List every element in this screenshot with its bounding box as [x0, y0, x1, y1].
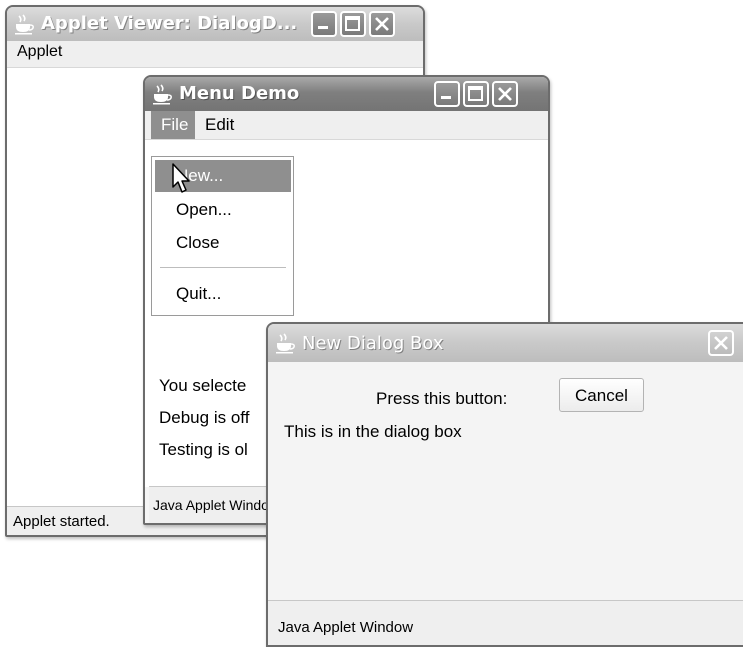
dialog-titlebar[interactable]: New Dialog Box [268, 324, 743, 362]
java-cup-icon [151, 83, 173, 105]
new-dialog-window: New Dialog Box Press this button: Cancel… [266, 322, 743, 647]
minimize-button[interactable] [434, 81, 460, 107]
java-cup-icon [13, 13, 35, 35]
dialog-content: Press this button: Cancel This is in the… [268, 362, 743, 601]
menu-item-open[interactable]: Open... [155, 195, 291, 225]
dialog-status-bar: Java Applet Window [268, 600, 743, 645]
maximize-icon [468, 86, 483, 101]
dialog-message: This is in the dialog box [284, 422, 462, 441]
applet-menu[interactable]: Applet [17, 43, 62, 61]
menu-item-quit[interactable]: Quit... [155, 279, 291, 309]
edit-menu[interactable]: Edit [205, 111, 234, 139]
java-cup-icon [274, 332, 296, 354]
output-line: Debug is off [159, 408, 250, 427]
close-icon [375, 17, 389, 31]
mouse-pointer-icon [172, 163, 190, 193]
maximize-button[interactable] [463, 81, 489, 107]
menu-separator [160, 267, 286, 268]
applet-viewer-titlebar[interactable]: Applet Viewer: DialogD... [7, 7, 423, 41]
menu-item-label: Open... [176, 200, 232, 219]
menu-item-close[interactable]: Close [155, 228, 291, 258]
menu-item-label: Close [176, 233, 220, 252]
menu-demo-titlebar[interactable]: Menu Demo [145, 77, 548, 111]
close-button[interactable] [708, 330, 734, 356]
output-line: You selecte [159, 376, 247, 395]
menu-demo-status-text: Java Applet Window [153, 497, 280, 513]
minimize-button[interactable] [311, 11, 337, 37]
menu-item-label: Quit... [176, 284, 222, 303]
cancel-button[interactable]: Cancel [559, 378, 644, 412]
close-icon [498, 87, 512, 101]
applet-status-text: Applet started. [13, 513, 110, 530]
applet-viewer-menubar: Applet [7, 41, 423, 68]
minimize-icon [318, 26, 328, 29]
applet-viewer-title: Applet Viewer: DialogD... [41, 13, 298, 34]
maximize-icon [345, 16, 360, 31]
menu-demo-menubar: File Edit [145, 111, 548, 140]
menu-demo-title: Menu Demo [179, 83, 300, 104]
dialog-prompt: Press this button: [376, 389, 508, 408]
output-line: Testing is ol [159, 440, 248, 459]
maximize-button[interactable] [340, 11, 366, 37]
close-button[interactable] [369, 11, 395, 37]
dialog-title: New Dialog Box [302, 333, 444, 354]
minimize-icon [441, 96, 451, 99]
file-menu[interactable]: File [151, 111, 196, 139]
close-button[interactable] [492, 81, 518, 107]
close-icon [714, 336, 728, 350]
dialog-status-text: Java Applet Window [278, 619, 414, 636]
